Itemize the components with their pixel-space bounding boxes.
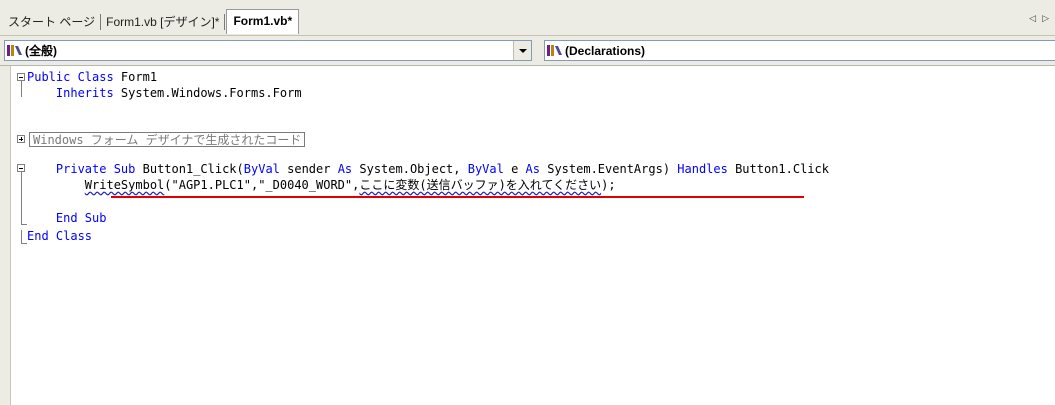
scroll-left-icon[interactable]: ◁ [1029,13,1036,24]
class-name-value: (全般) [25,44,57,58]
placeholder-text: ここに変数(送信バッファ)を入れてください [359,178,602,192]
outline-line [21,81,22,97]
keyword: Private Sub [55,162,136,176]
class-icon [547,45,562,56]
keyword: Inherits [55,86,114,100]
code-line: End Sub [27,211,107,226]
keyword: Public Class [27,70,114,84]
keyword: ByVal [467,162,504,176]
method-name-dropdown[interactable]: (Declarations) [544,40,1055,61]
navigation-bar: (全般) (Declarations) [0,35,1055,65]
keyword: Handles [677,162,728,176]
keyword: As [525,162,540,176]
class-name-dropdown[interactable]: (全般) [4,40,532,61]
outline-line [21,230,22,244]
tab-start-page[interactable]: スタート ページ [4,11,99,33]
method-name-value: (Declarations) [565,44,646,58]
code-line: Private Sub Button1_Click(ByVal sender A… [55,162,830,176]
code-editor[interactable]: Public Class Form1 Inherits System.Windo… [0,65,1055,405]
identifier: Form1 [113,70,158,84]
class-icon [7,45,22,56]
string-arguments: ("AGP1.PLC1","_D0040_WORD", [164,178,360,192]
highlight-underline [111,196,804,198]
tab-form1-code[interactable]: Form1.vb* [226,9,300,34]
collapse-icon[interactable] [17,73,25,81]
document-tab-strip: スタート ページ Form1.vb [デザイン]* Form1.vb* ◁ ▷ [0,0,1055,35]
tab-separator [100,13,102,30]
scroll-right-icon[interactable]: ▷ [1042,13,1049,24]
function-name: WriteSymbol [84,178,165,192]
code-line: Public Class Form1 [27,70,157,85]
outline-line [21,172,22,225]
collapsed-region[interactable]: Windows フォーム デザイナで生成されたコード [29,132,306,147]
keyword: ByVal [243,162,280,176]
keyword: End Sub [55,211,107,225]
tab-separator [224,13,226,30]
tab-form1-designer[interactable]: Form1.vb [デザイン]* [102,11,223,33]
code-line: WriteSymbol("AGP1.PLC1","_D0040_WORD",ここ… [84,178,616,192]
editor-margin [0,66,11,405]
code-line: End Class [27,229,92,244]
identifier: System.Windows.Forms.Form [113,86,302,100]
collapse-icon[interactable] [17,164,25,172]
code-line: Inherits System.Windows.Forms.Form [27,86,302,101]
keyword: End Class [27,229,93,243]
keyword: As [337,162,353,176]
chevron-down-icon[interactable] [513,41,531,60]
expand-icon[interactable] [17,135,25,143]
